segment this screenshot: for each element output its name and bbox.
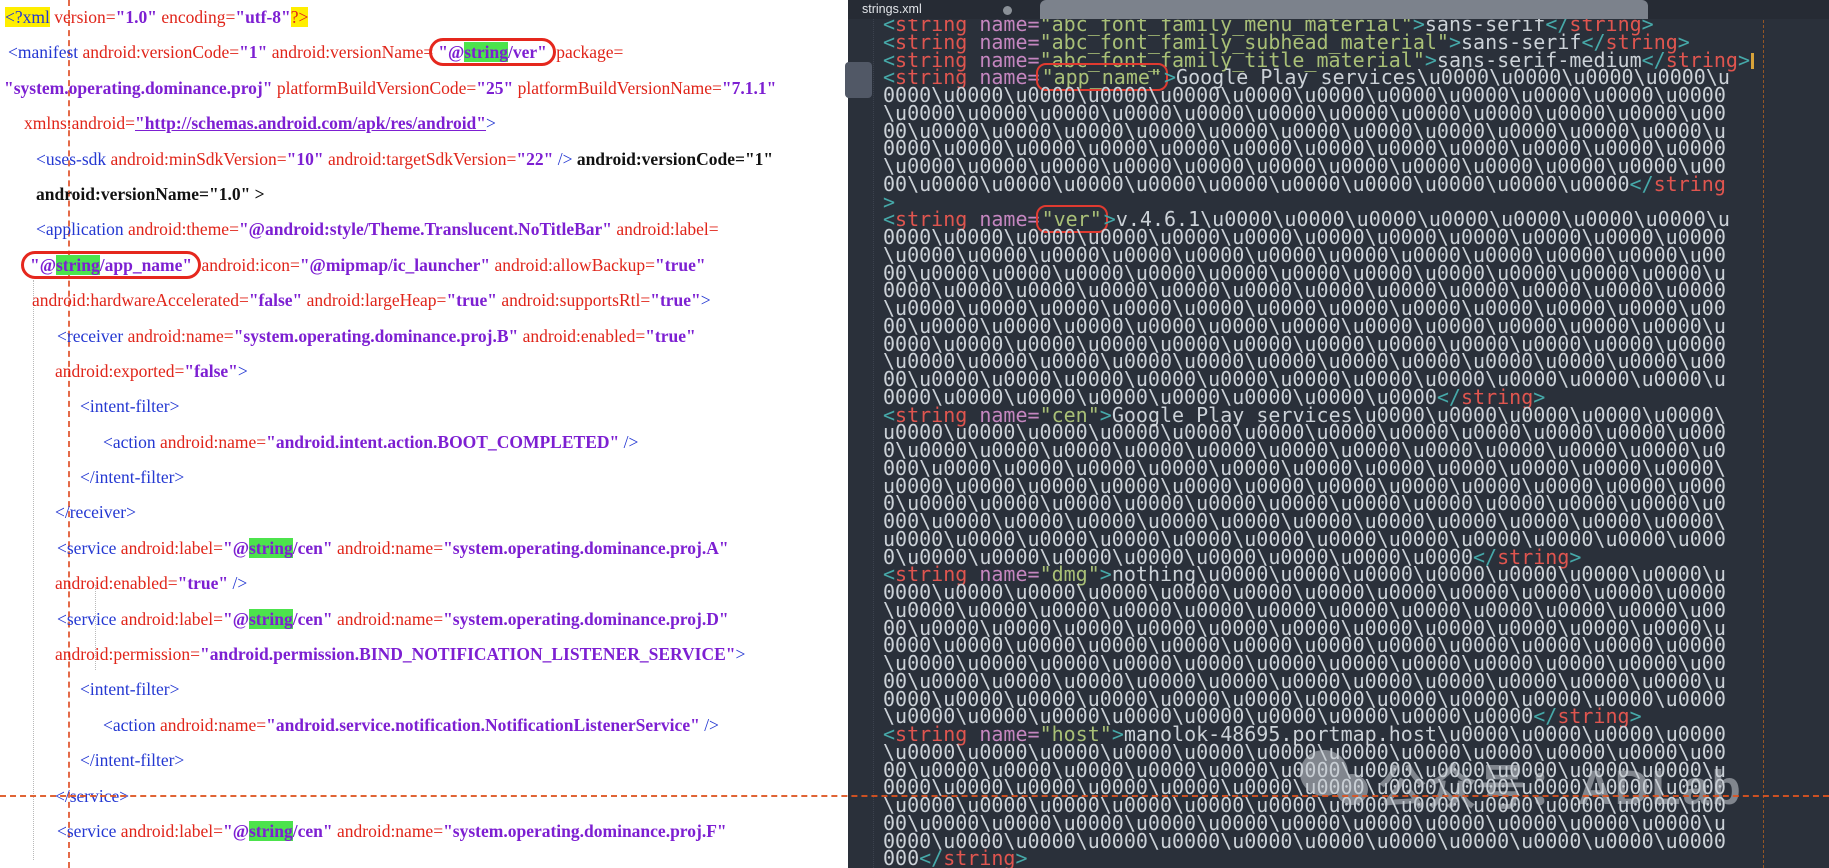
tab-strings-xml[interactable]: strings.xml [862,2,922,16]
code-line[interactable]: <action android:name="android.service.no… [0,708,848,743]
code-line[interactable]: android:exported="false"> [0,354,848,389]
code-line[interactable]: <action android:name="android.intent.act… [0,425,848,460]
code-line[interactable]: 000</string> [883,850,1754,868]
strings-xml-pane[interactable]: <string name="abc_font_family_menu_mater… [848,0,1829,868]
code-line[interactable]: <?xml version="1.0" encoding="utf-8"?> [0,0,848,35]
manifest-xml-pane[interactable]: <?xml version="1.0" encoding="utf-8"?><m… [0,0,848,868]
inactive-tab[interactable] [1040,0,1648,19]
editor-tab-bar: strings.xml [848,0,1829,19]
indent-guide [873,19,874,868]
code-line[interactable]: android:hardwareAccelerated="false" andr… [0,283,848,318]
watermark: 公众号：ADLab [1300,748,1743,818]
code-line[interactable]: "@string/app_name" android:icon="@mipmap… [0,248,848,283]
code-line[interactable]: <service android:label="@string/cen" and… [0,814,848,849]
annotation-horizontal-dashed-line [0,795,1829,797]
code-line[interactable]: android:enabled="true" /> [0,566,848,601]
code-line[interactable]: <intent-filter> [0,672,848,707]
code-line[interactable]: <uses-sdk android:minSdkVersion="10" and… [0,142,848,177]
red-circle-annotation: "@string/app_name" [21,251,201,279]
code-line[interactable]: xmlns:android="http://schemas.android.co… [0,106,848,141]
text-cursor [1751,53,1754,69]
split-view: <?xml version="1.0" encoding="utf-8"?><m… [0,0,1829,868]
code-line[interactable]: </intent-filter> [0,743,848,778]
code-line[interactable]: <service android:label="@string/cen" and… [0,602,848,637]
code-line[interactable]: android:permission="android.permission.B… [0,637,848,672]
scrollbar-thumb[interactable] [845,62,872,98]
watermark-text: 公众号：ADLab [1378,748,1743,818]
column-ruler [1763,0,1764,868]
code-line[interactable]: <service android:label="@string/cen" and… [0,531,848,566]
code-line[interactable]: android:versionName="1.0" > [0,177,848,212]
code-line[interactable]: <receiver android:name="system.operating… [0,319,848,354]
red-circle-annotation: "@string/ver" [429,38,556,66]
code-line[interactable]: </receiver> [0,495,848,530]
strings-code: <string name="abc_font_family_menu_mater… [883,16,1754,868]
code-line[interactable]: "system.operating.dominance.proj" platfo… [0,71,848,106]
wechat-icon [1300,748,1378,818]
code-line[interactable]: <manifest android:versionCode="1" androi… [0,35,848,70]
manifest-code: <?xml version="1.0" encoding="utf-8"?><m… [0,0,848,849]
modified-dot-icon [1003,6,1012,15]
code-line[interactable]: 00\u0000\u0000\u0000\u0000\u0000\u0000\u… [883,176,1754,194]
code-line[interactable]: <intent-filter> [0,389,848,424]
code-line[interactable]: </intent-filter> [0,460,848,495]
code-line[interactable]: <application android:theme="@android:sty… [0,212,848,247]
